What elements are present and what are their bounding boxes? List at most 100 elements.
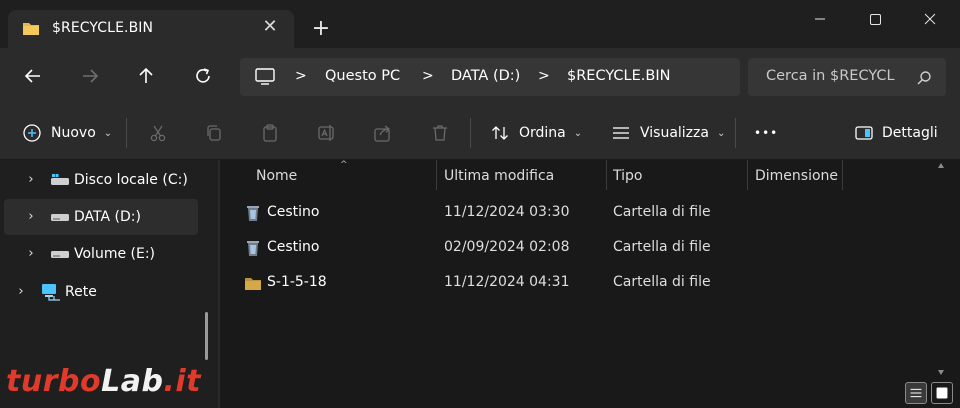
new-button[interactable]: Nuovo ⌄ — [22, 120, 112, 146]
column-header-label: Dimensione — [755, 168, 839, 184]
nav-item-volume-e[interactable]: › Volume (E:) — [4, 236, 198, 272]
column-header-name[interactable]: ^ Nome — [220, 160, 436, 190]
more-dots-icon: ••• — [754, 126, 779, 140]
file-modified: 02/09/2024 02:08 — [444, 239, 570, 255]
nav-item-label: Volume (E:) — [74, 246, 156, 262]
details-pane-button[interactable]: Dettagli — [854, 120, 938, 146]
file-modified: 11/12/2024 04:31 — [444, 274, 570, 290]
vertical-scrollbar[interactable] — [936, 160, 946, 378]
nav-item-label: Disco locale (C:) — [74, 172, 188, 188]
recycle-bin-icon — [247, 206, 259, 221]
toolbar-divider — [735, 118, 736, 148]
minimize-icon[interactable] — [806, 8, 834, 30]
sort-ascending-icon: ^ — [340, 160, 348, 170]
table-row[interactable]: Cestino 02/09/2024 02:08 Cartella di fil… — [220, 231, 960, 265]
file-name: S-1-5-18 — [267, 274, 327, 290]
maximize-icon[interactable] — [861, 8, 889, 30]
new-button-label: Nuovo — [51, 125, 96, 141]
view-button[interactable]: Visualizza ⌄ — [611, 120, 725, 146]
file-type: Cartella di file — [613, 239, 711, 255]
table-row[interactable]: S-1-5-18 11/12/2024 04:31 Cartella di fi… — [220, 266, 960, 300]
toolbar-divider — [126, 118, 127, 148]
watermark-part-it: .it — [163, 364, 201, 399]
breadcrumb-separator: > — [295, 68, 307, 84]
details-pane-icon — [855, 126, 873, 140]
column-header-size[interactable]: Dimensione — [748, 160, 842, 190]
plus-circle-icon — [23, 124, 41, 142]
nav-item-label: Rete — [65, 284, 97, 300]
refresh-icon[interactable] — [191, 64, 215, 88]
breadcrumb-separator: > — [538, 68, 550, 84]
chevron-right-icon[interactable]: › — [24, 209, 38, 225]
tab-title: $RECYCLE.BIN — [52, 20, 154, 36]
close-icon[interactable] — [916, 8, 944, 30]
breadcrumb-data-d[interactable]: DATA (D:) — [451, 68, 520, 84]
sort-button[interactable]: Ordina ⌄ — [490, 120, 582, 146]
watermark-logo: turboLab.it — [6, 364, 201, 399]
recycle-bin-icon — [247, 241, 259, 256]
column-header-label: Ultima modifica — [444, 168, 555, 184]
share-icon[interactable] — [373, 123, 393, 143]
paste-icon[interactable] — [260, 123, 280, 143]
details-pane-label: Dettagli — [882, 125, 938, 141]
tab-recycle-bin[interactable]: $RECYCLE.BIN ✕ — [8, 10, 294, 48]
file-list: ^ Nome Ultima modifica Tipo Dimensione C… — [220, 160, 960, 408]
cut-icon[interactable] — [148, 123, 168, 143]
column-header-label: Tipo — [613, 168, 643, 184]
drive-icon — [51, 214, 69, 221]
address-row: > Questo PC > DATA (D:) > $RECYCLE.BIN C… — [0, 48, 960, 106]
chevron-down-icon: ⌄ — [716, 127, 726, 139]
column-divider[interactable] — [842, 160, 843, 190]
network-icon — [42, 284, 60, 301]
title-bar: $RECYCLE.BIN ✕ + — [0, 0, 960, 48]
drive-icon — [51, 251, 69, 258]
copy-icon[interactable] — [204, 123, 224, 143]
tab-close-icon[interactable]: ✕ — [261, 18, 279, 36]
column-header-type[interactable]: Tipo — [607, 160, 747, 190]
table-row[interactable]: Cestino 11/12/2024 03:30 Cartella di fil… — [220, 196, 960, 230]
file-name: Cestino — [267, 239, 320, 255]
view-button-label: Visualizza — [640, 125, 709, 141]
chevron-down-icon: ⌄ — [103, 127, 113, 139]
rename-icon[interactable] — [317, 123, 337, 143]
more-options-button[interactable]: ••• — [754, 120, 778, 146]
search-placeholder: Cerca in $RECYCL — [766, 68, 895, 84]
file-modified: 11/12/2024 03:30 — [444, 204, 570, 220]
nav-item-rete[interactable]: › Rete — [4, 274, 198, 310]
breadcrumb-recycle-bin[interactable]: $RECYCLE.BIN — [567, 68, 670, 84]
breadcrumb-separator: > — [422, 68, 434, 84]
navigation-scrollbar[interactable] — [205, 312, 208, 360]
folder-icon — [23, 23, 39, 35]
watermark-part-lab: Lab — [101, 364, 164, 399]
column-header-label: Nome — [256, 168, 298, 184]
watermark: turboLab.it — [0, 360, 240, 408]
nav-item-disco-locale-c[interactable]: › Disco locale (C:) — [4, 162, 198, 198]
details-view-icon[interactable] — [905, 382, 927, 404]
breadcrumb-questo-pc[interactable]: Questo PC — [325, 68, 400, 84]
system-drive-icon — [51, 174, 69, 185]
chevron-right-icon[interactable]: › — [14, 284, 28, 300]
up-arrow-icon[interactable] — [134, 64, 158, 88]
column-header-modified[interactable]: Ultima modifica — [437, 160, 606, 190]
address-bar[interactable]: > Questo PC > DATA (D:) > $RECYCLE.BIN — [240, 58, 740, 96]
file-type: Cartella di file — [613, 204, 711, 220]
toolbar-divider — [470, 118, 471, 148]
nav-item-label: DATA (D:) — [74, 209, 141, 225]
nav-item-data-d[interactable]: › DATA (D:) — [4, 199, 198, 235]
forward-arrow-icon[interactable] — [78, 64, 102, 88]
chevron-right-icon[interactable]: › — [24, 246, 38, 262]
computer-icon[interactable] — [254, 67, 276, 87]
folder-icon — [245, 278, 261, 290]
command-bar: Nuovo ⌄ Ordina ⌄ Visualizza ⌄ ••• Dettag… — [0, 106, 960, 160]
sort-button-label: Ordina — [519, 125, 566, 141]
back-arrow-icon[interactable] — [21, 64, 45, 88]
new-tab-button[interactable]: + — [310, 18, 332, 40]
chevron-right-icon[interactable]: › — [24, 172, 38, 188]
chevron-down-icon: ⌄ — [573, 127, 583, 139]
watermark-part-turbo: turbo — [6, 364, 102, 399]
delete-icon[interactable] — [430, 123, 450, 143]
large-icons-view-icon[interactable] — [931, 382, 953, 404]
view-list-icon — [613, 127, 629, 139]
search-icon — [917, 71, 931, 85]
search-input[interactable]: Cerca in $RECYCL — [748, 58, 946, 96]
